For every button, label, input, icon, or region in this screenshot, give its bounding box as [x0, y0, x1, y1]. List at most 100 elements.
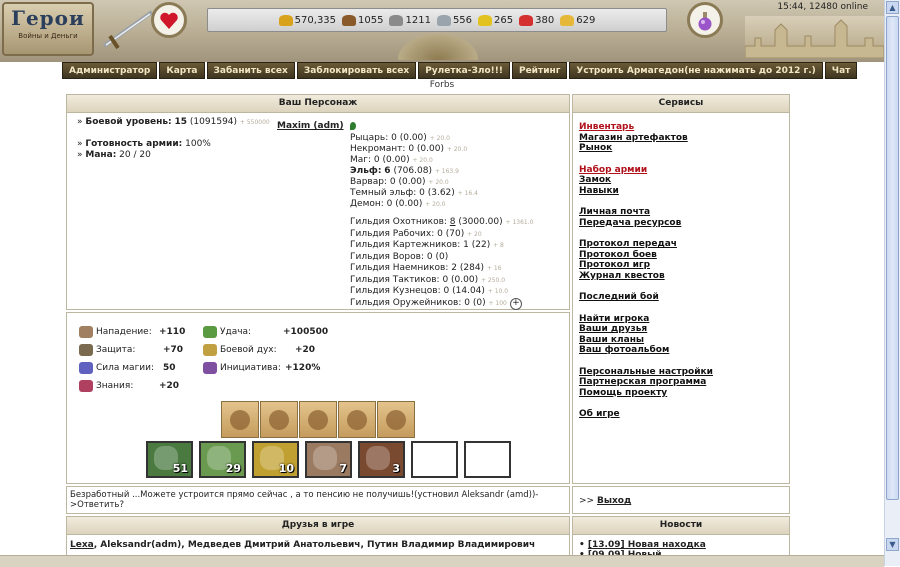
army-slot[interactable]: 10 [252, 441, 299, 478]
equipment-slot[interactable] [221, 401, 259, 438]
faction-name: Темный эльф: [350, 188, 417, 198]
guild-name: Гильдия Тактиков: [350, 274, 440, 285]
service-spacer [579, 228, 713, 239]
resource-mercury: 556 [436, 14, 472, 26]
service-link[interactable]: Набор армии [579, 165, 713, 176]
faction-needed: + 20.0 [428, 179, 449, 186]
menu-item[interactable]: Рейтинг [511, 62, 568, 79]
army-slot[interactable] [464, 441, 511, 478]
faction-points: (706.08) [393, 166, 432, 176]
service-link[interactable]: Протокол передач [579, 239, 713, 250]
service-link[interactable]: Журнал квестов [579, 271, 713, 282]
faction-level: 0 [373, 155, 380, 165]
guild-name: Гильдия Охотников: [350, 217, 447, 227]
scroll-thumb[interactable] [886, 16, 899, 500]
menu-item[interactable]: Чат [824, 62, 858, 79]
resource-gems: 629 [560, 14, 595, 26]
service-link[interactable]: Личная почта [579, 207, 713, 218]
stat-value: +110 [159, 327, 186, 337]
sulfur-icon [478, 14, 493, 26]
service-link[interactable]: Протокол игр [579, 260, 713, 271]
faction-needed: + 20.0 [429, 135, 450, 142]
character-panel: Ваш Персонаж » Боевой уровень: 15 (10915… [66, 94, 570, 310]
creature-count: 10 [278, 462, 294, 475]
combat-level-label: Боевой уровень: [85, 117, 172, 127]
stat-value: +70 [163, 345, 184, 355]
service-link[interactable]: Ваш фотоальбом [579, 345, 713, 356]
faction-level: 0 [419, 188, 425, 198]
gold-icon [278, 14, 293, 26]
health-orb[interactable] [151, 2, 187, 38]
vertical-scrollbar[interactable]: ▲ ▼ [884, 0, 900, 566]
friend-name[interactable]: Lexa [70, 540, 94, 550]
service-link[interactable]: Об игре [579, 409, 713, 420]
equipment-slot[interactable] [377, 401, 415, 438]
character-main-info: » Боевой уровень: 15 (1091594) + 550000 … [77, 117, 270, 160]
exit-link[interactable]: Выход [597, 496, 631, 506]
friends-title: Друзья в игре [67, 517, 569, 535]
army-slot[interactable] [411, 441, 458, 478]
army-ready-label: Готовность армии: [85, 139, 183, 149]
faction-name: Маг: [350, 155, 372, 165]
menu-item[interactable]: Устроить Армагедон(не нажимать до 2012 г… [569, 62, 823, 79]
menu-item[interactable]: Заблокировать всех [296, 62, 417, 79]
game-logo[interactable]: Герои Войны и Деньги [2, 2, 94, 56]
info-message[interactable]: Безработный ...Можете устроится прямо се… [70, 490, 540, 510]
service-link[interactable]: Персональные настройки [579, 367, 713, 378]
equipment-slot[interactable] [338, 401, 376, 438]
service-link[interactable]: Партнерская программа [579, 377, 713, 388]
luck-icon [203, 326, 217, 338]
faction-name: Некромант: [350, 144, 406, 154]
menu-item[interactable]: Рулетка-Зло!!! [418, 62, 510, 79]
menu-item[interactable]: Администратор [62, 62, 158, 79]
service-link[interactable]: Передача ресурсов [579, 218, 713, 229]
army-slot[interactable]: 7 [305, 441, 352, 478]
friend-name[interactable]: Aleksandr(adm) [100, 540, 181, 550]
scroll-down-icon[interactable]: ▼ [886, 538, 899, 551]
scroll-up-icon[interactable]: ▲ [886, 1, 899, 14]
services-links: Инвентарь Магазин артефактов Рынок Набор ар… [579, 122, 713, 420]
service-link[interactable]: Последний бой [579, 292, 713, 303]
faction-name: Варвар: [350, 177, 387, 187]
equipment-slot[interactable] [299, 401, 337, 438]
character-name[interactable]: Maxim (adm) [277, 121, 356, 131]
army-slot[interactable]: 3 [358, 441, 405, 478]
army-slot[interactable]: 51 [146, 441, 193, 478]
guild-points: (0.00) [451, 274, 479, 285]
service-link[interactable]: Инвентарь [579, 122, 713, 133]
service-link[interactable]: Ваши друзья [579, 324, 713, 335]
faction-row: Варвар: 0 (0.00) + 20.0 [350, 177, 478, 188]
service-link[interactable]: Замок [579, 175, 713, 186]
stat-initiative: Инициатива: +120% [203, 362, 320, 374]
spellpower-icon [79, 362, 93, 374]
news-item[interactable]: • [13.09] Новая находка [579, 540, 706, 550]
service-link[interactable]: Рынок [579, 143, 713, 154]
service-link[interactable]: Найти игрока [579, 314, 713, 325]
service-link[interactable]: Магазин артефактов [579, 133, 713, 144]
expand-guilds-button[interactable]: + [509, 297, 522, 310]
menu-item[interactable]: Забанить всех [206, 62, 295, 79]
stat-label: Знания: [96, 381, 134, 391]
friend-name[interactable]: Медведев Дмитрий Анатольевич [188, 540, 361, 550]
resource-ore: 1211 [389, 14, 431, 26]
message-panel: Безработный ...Можете устроится прямо се… [66, 486, 570, 514]
player-name[interactable]: Maxim (adm) [277, 121, 344, 131]
service-link[interactable]: Протокол боев [579, 250, 713, 261]
service-link[interactable]: Навыки [579, 186, 713, 197]
menu-item[interactable]: Карта [159, 62, 205, 79]
resource-value: 570,335 [294, 14, 337, 26]
faction-row: Эльф: 6 (706.08) + 163.9 [350, 166, 478, 177]
faction-needed: + 20.0 [412, 157, 433, 164]
guild-row: Гильдия Воров: 0 (0) [350, 252, 533, 264]
mana-orb[interactable] [687, 2, 723, 38]
service-link[interactable]: Ваши кланы [579, 335, 713, 346]
helmet-icon [386, 410, 406, 430]
friend-name[interactable]: Путин Владимир Владимирович [367, 540, 535, 550]
army-slot[interactable]: 29 [199, 441, 246, 478]
equipment-slot[interactable] [260, 401, 298, 438]
guild-level[interactable]: 8 [450, 217, 456, 227]
guild-name: Гильдия Рабочих: [350, 228, 435, 239]
service-link[interactable]: Помощь проекту [579, 388, 713, 399]
creature-icon [313, 446, 337, 470]
news-link[interactable]: [13.09] Новая находка [588, 540, 706, 550]
